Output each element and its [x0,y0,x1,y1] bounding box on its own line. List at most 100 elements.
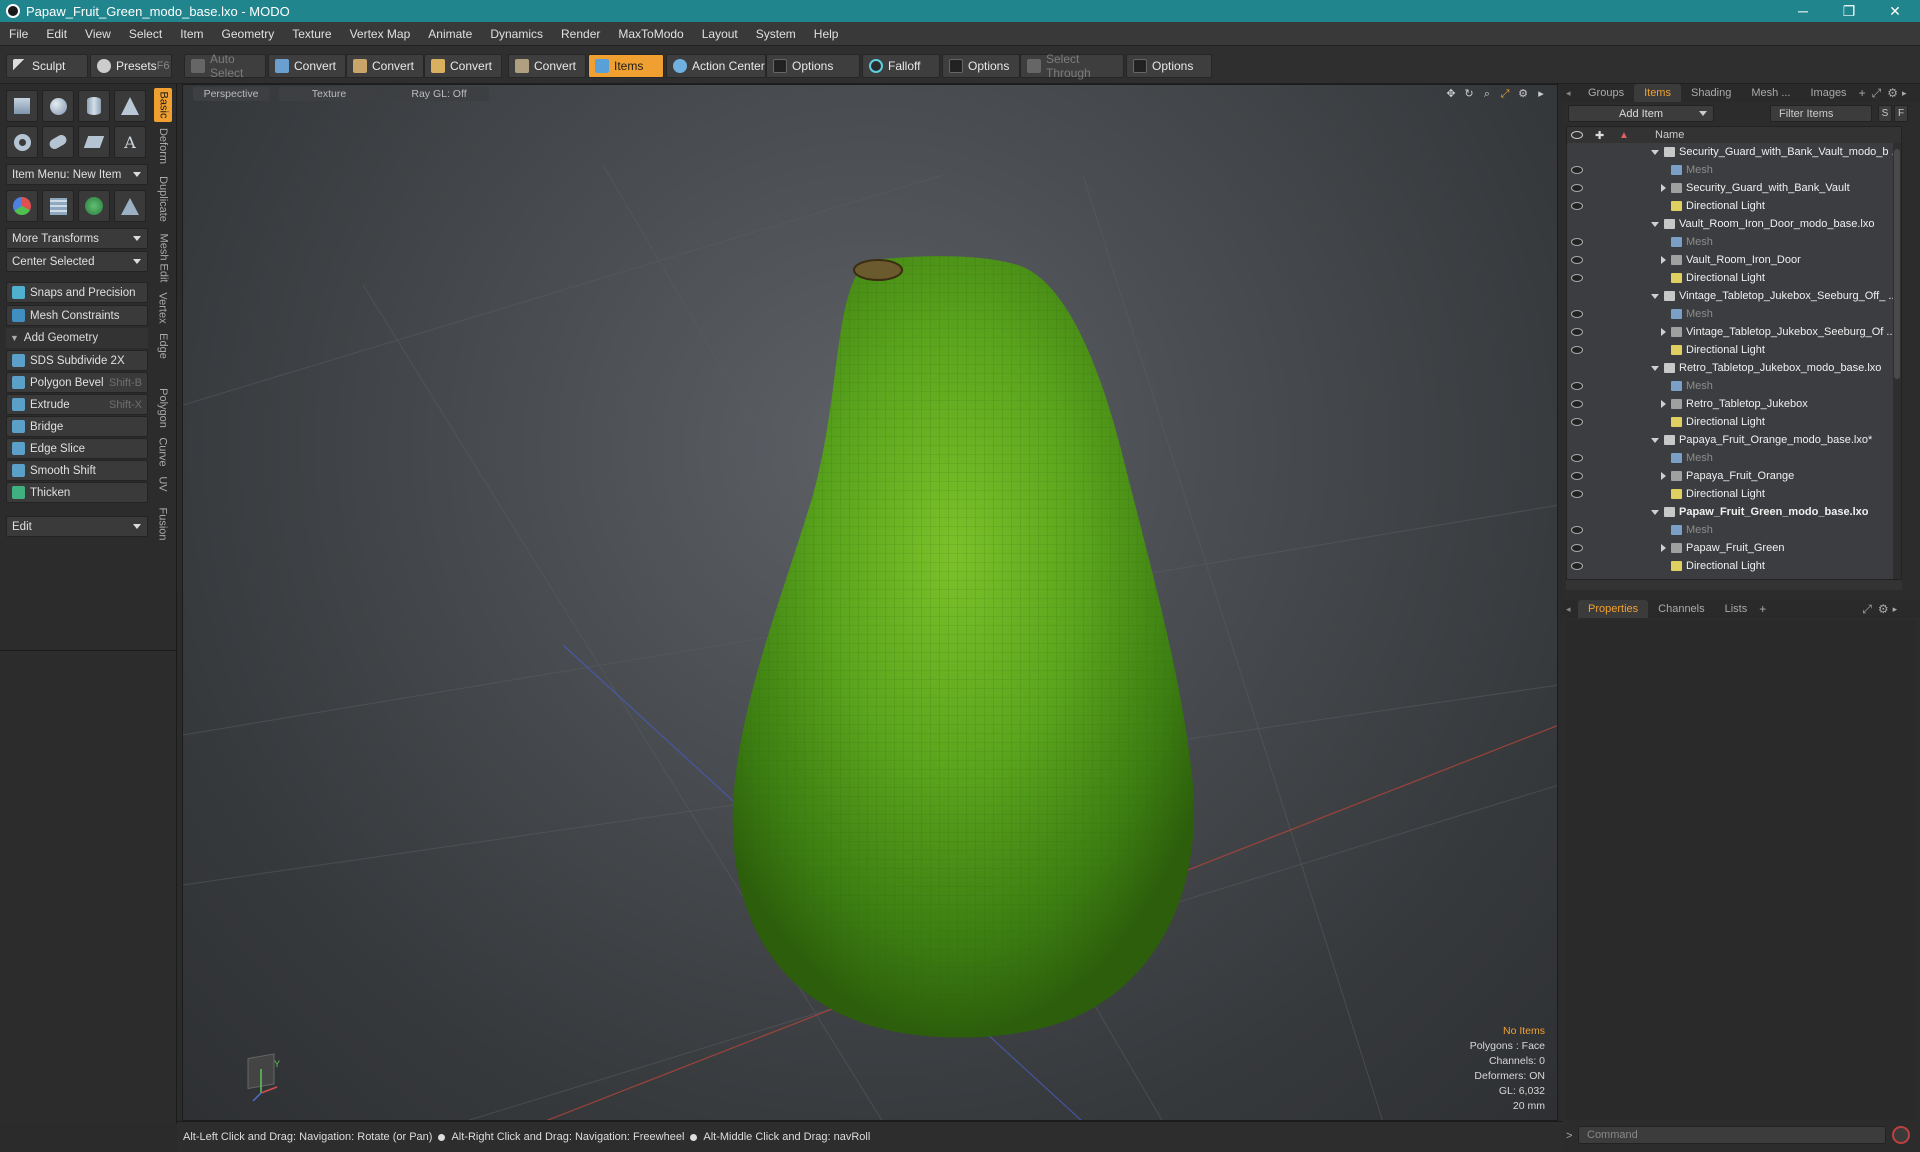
vtab-polygon[interactable]: Polygon [154,384,172,432]
convert-item-button[interactable]: Convert [508,54,586,78]
scene-row[interactable]: Papaya_Fruit_Orange_modo_base.lxo* [1567,431,1901,449]
filter-items-input[interactable]: Filter Items [1770,105,1872,122]
sculpt-button[interactable]: Sculpt [6,54,88,78]
visibility-eye-icon[interactable] [1571,490,1583,498]
add-geometry-header[interactable]: ▼ Add Geometry [6,328,148,348]
collapse-arrow-icon[interactable] [1651,509,1659,515]
scene-row[interactable]: Retro_Tabletop_Jukebox_modo_base.lxo [1567,359,1901,377]
menu-dynamics[interactable]: Dynamics [481,27,552,41]
cylinder-primitive-icon[interactable] [78,90,110,122]
raygl-toggle[interactable]: Ray GL: Off [389,87,489,101]
visibility-eye-icon[interactable] [1571,400,1583,408]
visibility-eye-icon[interactable] [1571,472,1583,480]
snaps-precision-button[interactable]: Snaps and Precision [6,282,148,303]
vtab-fusion[interactable]: Fusion [154,504,172,544]
pyramid-icon[interactable] [114,190,146,222]
expand-arrow-icon[interactable] [1661,184,1666,192]
mesh-item-row[interactable]: Mesh [1567,233,1901,251]
menu-system[interactable]: System [747,27,805,41]
visibility-eye-icon[interactable] [1571,382,1583,390]
group-item-row[interactable]: Papaw_Fruit_Green [1567,539,1901,557]
tab-images[interactable]: Images [1800,84,1856,102]
vtab-curve[interactable]: Curve [154,434,172,470]
viewport-menu-arrow-icon[interactable]: ▸ [1535,88,1547,100]
group-item-row[interactable]: Vintage_Tabletop_Jukebox_Seeburg_Of ... [1567,323,1901,341]
scene-row[interactable]: Papaw_Fruit_Green_modo_base.lxo [1567,503,1901,521]
mesh-constraints-button[interactable]: Mesh Constraints [6,305,148,326]
mesh-item-row[interactable]: Mesh [1567,377,1901,395]
command-history-icon[interactable] [1892,1126,1910,1144]
items-mode-button[interactable]: Items [588,54,664,78]
menu-maxtomodo[interactable]: MaxToModo [609,27,692,41]
select-through-options-button[interactable]: Options [1126,54,1212,78]
pan-icon[interactable]: ✥ [1445,88,1457,100]
visibility-eye-icon[interactable] [1571,310,1583,318]
presets-button[interactable]: Presets F6 [90,54,172,78]
visibility-eye-icon[interactable] [1571,544,1583,552]
visibility-eye-icon[interactable] [1571,562,1583,570]
text-tool-icon[interactable]: A [114,126,146,158]
vtab-basic[interactable]: Basic [154,88,172,122]
tab-channels[interactable]: Channels [1648,600,1714,618]
item-list-scrollbar[interactable] [1893,143,1901,579]
select-through-button[interactable]: Select Through [1020,52,1124,80]
visibility-eye-icon[interactable] [1571,526,1583,534]
thicken-button[interactable]: Thicken [6,482,148,503]
smooth-shift-button[interactable]: Smooth Shift [6,460,148,481]
cone-primitive-icon[interactable] [114,90,146,122]
polygon-bevel-button[interactable]: Polygon Bevel Shift-B [6,372,148,393]
menu-help[interactable]: Help [805,27,848,41]
expand-arrow-icon[interactable] [1661,400,1666,408]
collapse-arrow-icon[interactable] [1651,149,1659,155]
visibility-eye-icon[interactable] [1571,274,1583,282]
extrude-button[interactable]: Extrude Shift-X [6,394,148,415]
visibility-eye-icon[interactable] [1571,328,1583,336]
render-column-icon[interactable]: ▲ [1619,130,1629,141]
add-tab-plus-icon[interactable]: + [1859,86,1866,100]
maximize-view-icon[interactable]: ⤢ [1499,88,1511,100]
tab-properties[interactable]: Properties [1578,600,1649,618]
panel-arrow-icon[interactable]: ◂ [1566,88,1578,99]
tab-lists[interactable]: Lists [1715,600,1758,618]
tab-mesh[interactable]: Mesh ... [1741,84,1800,102]
vtab-edge[interactable]: Edge [154,330,172,362]
menu-texture[interactable]: Texture [283,27,340,41]
maximize-button[interactable]: ❐ [1826,0,1872,22]
visibility-eye-icon[interactable] [1571,418,1583,426]
light-item-row[interactable]: Directional Light [1567,557,1901,575]
expand-arrow-icon[interactable] [1661,256,1666,264]
transform-gizmo-icon[interactable] [6,190,38,222]
collapse-arrow-icon[interactable] [1651,221,1659,227]
visibility-eye-icon[interactable] [1571,256,1583,264]
vtab-deform[interactable]: Deform [154,124,172,168]
edge-slice-button[interactable]: Edge Slice [6,438,148,459]
grid-cube-icon[interactable] [42,190,74,222]
visibility-eye-icon[interactable] [1571,346,1583,354]
pen-tool-icon[interactable] [78,126,110,158]
panel-menu-arrow-icon[interactable]: ▸ [1902,88,1907,99]
menu-vertex-map[interactable]: Vertex Map [341,27,420,41]
mesh-item-row[interactable]: Mesh [1567,305,1901,323]
panel-gear-icon[interactable]: ⚙ [1887,86,1898,100]
globe-icon[interactable] [78,190,110,222]
scene-row[interactable]: Security_Guard_with_Bank_Vault_modo_b ..… [1567,143,1901,161]
perspective-dropdown[interactable]: Perspective [193,87,269,101]
vtab-uv[interactable]: UV [154,472,172,496]
menu-file[interactable]: File [0,27,37,41]
visibility-eye-icon[interactable] [1571,166,1583,174]
vtab-vertex[interactable]: Vertex [154,288,172,328]
falloff-button[interactable]: Falloff [862,54,940,78]
menu-layout[interactable]: Layout [693,27,747,41]
menu-select[interactable]: Select [120,27,171,41]
tab-groups[interactable]: Groups [1578,84,1634,102]
add-tab-plus-icon[interactable]: + [1759,602,1766,616]
sphere-primitive-icon[interactable] [42,90,74,122]
minimize-button[interactable]: ─ [1780,0,1826,22]
menu-geometry[interactable]: Geometry [213,27,284,41]
expand-arrow-icon[interactable] [1661,472,1666,480]
visibility-eye-icon[interactable] [1571,202,1583,210]
vtab-mesh-edit[interactable]: Mesh Edit [154,230,172,286]
action-center-options-button[interactable]: Options [766,54,860,78]
center-selected-dropdown[interactable]: Center Selected [6,251,148,272]
capsule-tool-icon[interactable] [42,126,74,158]
